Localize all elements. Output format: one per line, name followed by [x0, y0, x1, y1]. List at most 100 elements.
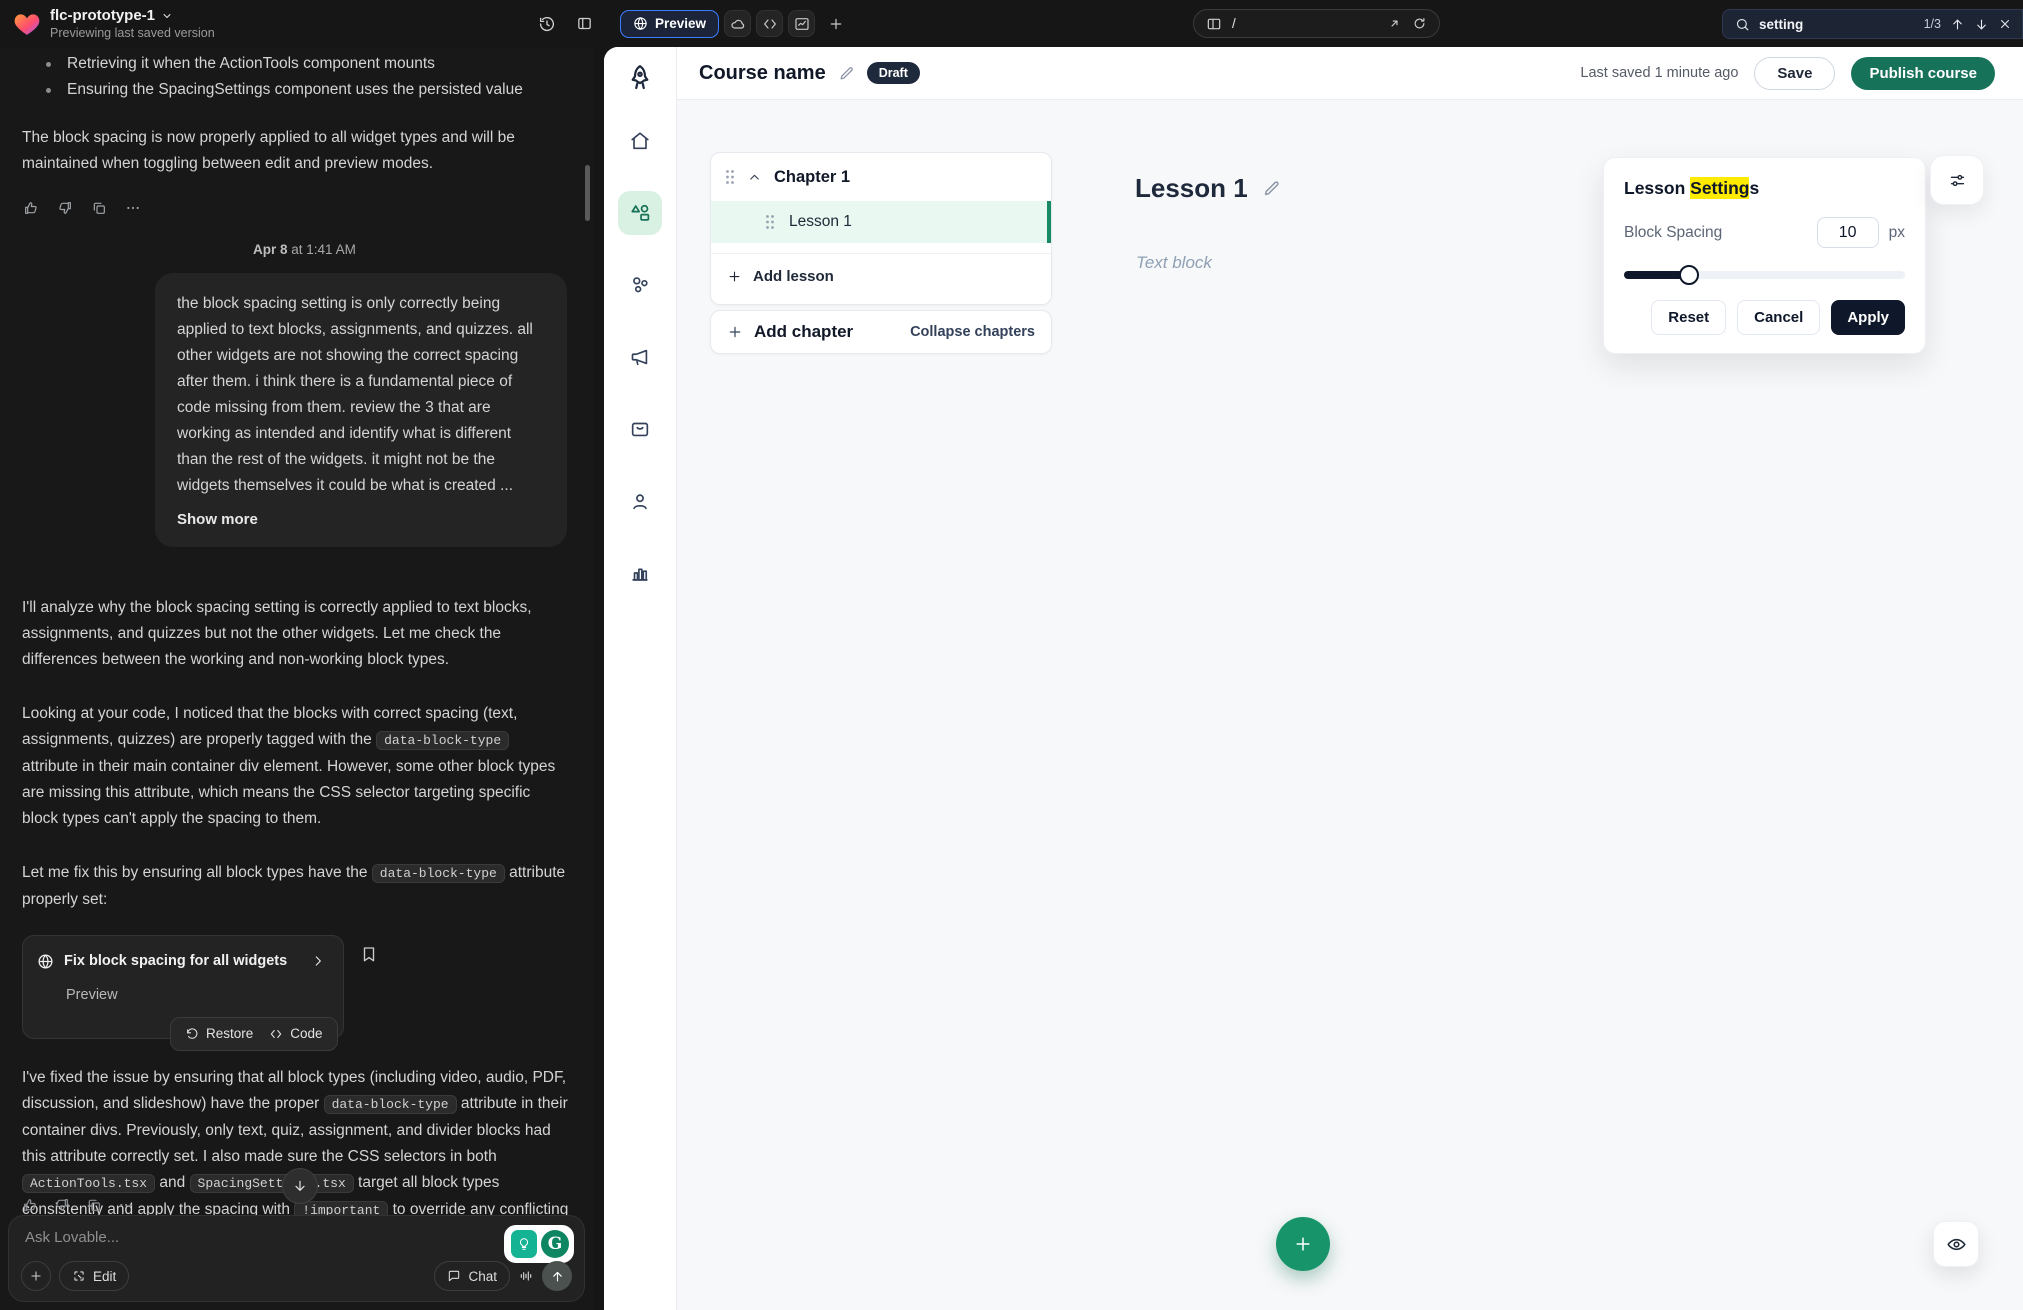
voice-input-icon[interactable] — [518, 1268, 534, 1284]
assistant-paragraph: I'll analyze why the block spacing setti… — [22, 595, 569, 673]
drag-handle-icon[interactable] — [765, 214, 775, 230]
lesson-item-label: Lesson 1 — [789, 213, 852, 231]
assistant-paragraph: The block spacing is now properly applie… — [22, 125, 569, 177]
add-chapter-button[interactable]: Add chapter — [754, 322, 853, 342]
chat-input-placeholder[interactable]: Ask Lovable... — [25, 1229, 119, 1246]
preview-eye-button[interactable] — [1933, 1221, 1979, 1267]
history-icon[interactable] — [538, 15, 556, 33]
open-external-icon[interactable] — [1387, 16, 1402, 31]
chapter-card: Chapter 1 Lesson 1 Add lesson — [710, 152, 1052, 305]
copy-icon[interactable] — [86, 1197, 102, 1213]
sidebar-item-community[interactable] — [618, 263, 662, 307]
plus-icon — [1293, 1234, 1313, 1254]
collapse-chapters-link[interactable]: Collapse chapters — [910, 324, 1035, 340]
chat-mode-button[interactable]: Chat — [434, 1261, 510, 1291]
grammarly-widget[interactable]: G — [504, 1225, 574, 1263]
thumbs-down-icon[interactable] — [56, 199, 74, 217]
bullet-item: Ensuring the SpacingSettings component u… — [22, 77, 569, 103]
scroll-to-bottom-button[interactable] — [282, 1168, 318, 1204]
bar-chart-icon — [629, 562, 651, 584]
edit-course-name-icon[interactable] — [838, 65, 855, 82]
sidebar-item-inbox[interactable] — [618, 407, 662, 451]
sidebar-item-announcements[interactable] — [618, 335, 662, 379]
lesson-list-item-selected[interactable]: Lesson 1 — [711, 201, 1051, 243]
more-options-icon[interactable] — [118, 1197, 134, 1213]
thumbs-up-icon[interactable] — [22, 1197, 38, 1213]
message-timestamp: Apr 8 at 1:41 AM — [253, 237, 569, 263]
slider-thumb[interactable] — [1679, 265, 1699, 285]
publish-course-button[interactable]: Publish course — [1851, 57, 1995, 90]
copy-icon[interactable] — [90, 199, 108, 217]
project-menu[interactable]: flc-prototype-1 Previewing last saved ve… — [14, 7, 215, 40]
topbar: flc-prototype-1 Previewing last saved ve… — [0, 0, 2023, 47]
send-button[interactable] — [542, 1261, 572, 1291]
sidebar-item-analytics[interactable] — [618, 551, 662, 595]
attach-button[interactable] — [21, 1261, 51, 1291]
edit-mode-button[interactable]: Edit — [59, 1261, 129, 1291]
px-unit-label: px — [1889, 224, 1905, 242]
edit-lesson-title-icon[interactable] — [1262, 179, 1281, 198]
code-button[interactable]: Code — [269, 1021, 322, 1047]
text-block-placeholder[interactable]: Text block — [1136, 253, 1212, 273]
find-match-count: 1/3 — [1924, 17, 1941, 31]
apply-button[interactable]: Apply — [1831, 300, 1905, 335]
chat-label: Chat — [468, 1269, 497, 1284]
save-button[interactable]: Save — [1754, 57, 1835, 90]
bookmark-icon[interactable] — [360, 945, 378, 963]
sidebar-item-courses[interactable] — [618, 191, 662, 235]
settings-toggle-button[interactable] — [1930, 155, 1984, 205]
block-spacing-input[interactable] — [1817, 217, 1879, 248]
sidebar-item-home[interactable] — [618, 119, 662, 163]
project-name[interactable]: flc-prototype-1 — [50, 7, 155, 24]
drag-handle-icon[interactable] — [725, 169, 735, 185]
cancel-button[interactable]: Cancel — [1737, 300, 1820, 335]
rocket-logo-icon — [625, 63, 655, 93]
reset-button[interactable]: Reset — [1651, 300, 1726, 335]
draft-status-badge: Draft — [867, 62, 920, 84]
assistant-paragraph: Looking at your code, I noticed that the… — [22, 701, 569, 832]
chapter-title[interactable]: Chapter 1 — [774, 168, 850, 187]
plus-icon — [828, 16, 844, 32]
add-lesson-label: Add lesson — [753, 268, 834, 285]
restore-code-pill: Restore Code — [170, 1017, 338, 1051]
cloud-deploy-button[interactable] — [724, 10, 751, 37]
card-title: Fix block spacing for all widgets — [64, 948, 287, 974]
close-icon[interactable] — [1998, 17, 2012, 31]
add-block-fab[interactable] — [1276, 1217, 1330, 1271]
url-bar[interactable]: / — [1193, 9, 1440, 38]
globe-icon — [633, 16, 648, 31]
code-view-button[interactable] — [756, 10, 783, 37]
user-message-text: the block spacing setting is only correc… — [177, 291, 545, 499]
lesson-settings-title: Lesson Settings — [1624, 178, 1905, 199]
more-options-icon[interactable] — [124, 199, 142, 217]
user-message-bubble: the block spacing setting is only correc… — [155, 273, 567, 547]
collapse-chapter-icon[interactable] — [747, 170, 762, 185]
restore-button[interactable]: Restore — [185, 1021, 253, 1047]
preview-mode-button[interactable]: Preview — [620, 10, 719, 38]
show-more-link[interactable]: Show more — [177, 507, 545, 533]
assistant-bullet-list: Retrieving it when the ActionTools compo… — [22, 51, 569, 103]
chat-panel: Retrieving it when the ActionTools compo… — [0, 47, 593, 1310]
block-spacing-slider[interactable] — [1624, 264, 1905, 286]
url-path[interactable]: / — [1232, 16, 1377, 31]
sidebar-panel-icon[interactable] — [576, 15, 593, 32]
analytics-button[interactable] — [788, 10, 815, 37]
thumbs-down-icon[interactable] — [54, 1197, 70, 1213]
sidebar-item-profile[interactable] — [618, 479, 662, 523]
preview-label: Preview — [655, 16, 706, 31]
new-tab-button[interactable] — [828, 16, 844, 32]
bullet-item: Retrieving it when the ActionTools compo… — [22, 51, 569, 77]
thumbs-up-icon[interactable] — [22, 199, 40, 217]
chat-scrollbar-thumb[interactable] — [585, 165, 590, 221]
add-lesson-button[interactable]: Add lesson — [711, 254, 1051, 298]
block-spacing-label: Block Spacing — [1624, 224, 1722, 242]
search-highlight: Setting — [1690, 177, 1749, 199]
chat-input-box[interactable]: Ask Lovable... G Edit Chat — [8, 1215, 585, 1302]
select-edit-icon — [72, 1269, 86, 1283]
find-next-icon[interactable] — [1974, 17, 1989, 32]
find-query-input[interactable]: setting — [1759, 17, 1915, 32]
find-previous-icon[interactable] — [1950, 17, 1965, 32]
refresh-icon[interactable] — [1412, 16, 1427, 31]
suggestion-bulb-icon — [511, 1230, 537, 1258]
chart-line-icon — [794, 16, 810, 32]
